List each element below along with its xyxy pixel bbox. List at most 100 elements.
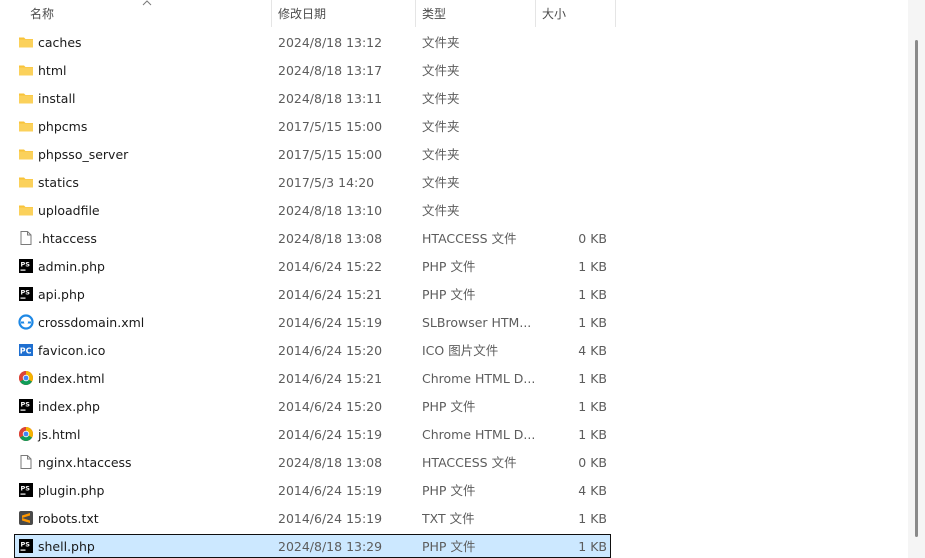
file-size: 4 KB — [578, 343, 607, 358]
file-type: PHP 文件 — [422, 287, 476, 302]
folder-icon — [18, 202, 34, 218]
folder-icon — [18, 90, 34, 106]
chrome-icon — [18, 426, 34, 442]
file-type: 文件夹 — [422, 35, 460, 50]
file-name: caches — [38, 35, 82, 50]
column-header-date[interactable]: 修改日期 — [278, 0, 326, 27]
svg-text:PS: PS — [21, 289, 31, 297]
file-date: 2014/6/24 15:22 — [278, 259, 383, 274]
sublime-icon — [18, 510, 34, 526]
file-name: uploadfile — [38, 203, 100, 218]
phpstorm-icon: PS — [18, 482, 34, 498]
svg-text:PC: PC — [20, 347, 32, 356]
file-row[interactable]: robots.txt 2014/6/24 15:19 TXT 文件 1 KB — [14, 506, 611, 530]
file-row[interactable]: PS plugin.php 2014/6/24 15:19 PHP 文件 4 KB — [14, 478, 611, 502]
file-size: 4 KB — [578, 483, 607, 498]
file-type: HTACCESS 文件 — [422, 455, 517, 470]
column-divider[interactable] — [415, 0, 416, 27]
phpstorm-icon: PS — [18, 538, 34, 554]
file-type: HTACCESS 文件 — [422, 231, 517, 246]
svg-text:PS: PS — [21, 401, 31, 409]
file-row[interactable]: html 2024/8/18 13:17 文件夹 — [14, 58, 611, 82]
file-date: 2014/6/24 15:21 — [278, 371, 383, 386]
column-header-type[interactable]: 类型 — [422, 0, 446, 27]
column-divider[interactable] — [535, 0, 536, 27]
file-size: 1 KB — [578, 511, 607, 526]
folder-icon — [18, 118, 34, 134]
phpstorm-icon: PS — [18, 398, 34, 414]
file-date: 2024/8/18 13:11 — [278, 91, 383, 106]
file-date: 2024/8/18 13:10 — [278, 203, 383, 218]
file-type: TXT 文件 — [422, 511, 475, 526]
file-size: 1 KB — [578, 315, 607, 330]
column-divider[interactable] — [271, 0, 272, 27]
file-row[interactable]: statics 2017/5/3 14:20 文件夹 — [14, 170, 611, 194]
file-type: PHP 文件 — [422, 539, 476, 554]
file-row[interactable]: nginx.htaccess 2024/8/18 13:08 HTACCESS 文件… — [14, 450, 611, 474]
file-date: 2024/8/18 13:12 — [278, 35, 383, 50]
phpstorm-icon: PS — [18, 258, 34, 274]
column-divider[interactable] — [615, 0, 616, 27]
file-type: PHP 文件 — [422, 399, 476, 414]
chrome-icon — [18, 370, 34, 386]
file-name: html — [38, 63, 67, 78]
file-row[interactable]: PC favicon.ico 2014/6/24 15:20 ICO 图片文件 4 KB — [14, 338, 611, 362]
file-row[interactable]: index.html 2014/6/24 15:21 Chrome HTML D..… — [14, 366, 611, 390]
file-row[interactable]: phpcms 2017/5/15 15:00 文件夹 — [14, 114, 611, 138]
file-date: 2017/5/3 14:20 — [278, 175, 375, 190]
blank-file-icon — [18, 454, 34, 470]
file-name: nginx.htaccess — [38, 455, 132, 470]
file-size: 0 KB — [578, 231, 607, 246]
file-row[interactable]: phpsso_server 2017/5/15 15:00 文件夹 — [14, 142, 611, 166]
file-type: SLBrowser HTM... — [422, 315, 532, 330]
file-name: phpsso_server — [38, 147, 129, 162]
file-row[interactable]: .htaccess 2024/8/18 13:08 HTACCESS 文件 0 KB — [14, 226, 611, 250]
file-type: Chrome HTML D... — [422, 371, 534, 386]
file-date: 2014/6/24 15:20 — [278, 399, 383, 414]
file-row[interactable]: caches 2024/8/18 13:12 文件夹 — [14, 30, 611, 54]
file-date: 2024/8/18 13:29 — [278, 539, 383, 554]
file-size: 1 KB — [578, 399, 607, 414]
file-name: robots.txt — [38, 511, 99, 526]
file-date: 2014/6/24 15:19 — [278, 483, 383, 498]
file-row[interactable]: install 2024/8/18 13:11 文件夹 — [14, 86, 611, 110]
file-name: phpcms — [38, 119, 88, 134]
file-date: 2024/8/18 13:08 — [278, 455, 383, 470]
column-header-size[interactable]: 大小 — [542, 0, 566, 27]
file-row[interactable]: PS admin.php 2014/6/24 15:22 PHP 文件 1 KB — [14, 254, 611, 278]
blank-file-icon — [18, 230, 34, 246]
sort-ascending-icon — [142, 0, 152, 6]
folder-icon — [18, 34, 34, 50]
folder-icon — [18, 174, 34, 190]
svg-text:PS: PS — [21, 485, 31, 493]
file-row[interactable]: js.html 2014/6/24 15:19 Chrome HTML D... 1 … — [14, 422, 611, 446]
file-date: 2017/5/15 15:00 — [278, 119, 383, 134]
file-type: Chrome HTML D... — [422, 427, 534, 442]
file-row[interactable]: crossdomain.xml 2014/6/24 15:19 SLBrowser … — [14, 310, 611, 334]
file-date: 2024/8/18 13:17 — [278, 63, 383, 78]
file-date: 2014/6/24 15:21 — [278, 287, 383, 302]
vertical-scrollbar[interactable] — [908, 0, 925, 558]
file-type: ICO 图片文件 — [422, 343, 499, 358]
ico-image-icon: PC — [18, 342, 34, 358]
file-name: shell.php — [38, 539, 95, 554]
file-row[interactable]: uploadfile 2024/8/18 13:10 文件夹 — [14, 198, 611, 222]
file-date: 2014/6/24 15:19 — [278, 511, 383, 526]
file-name: plugin.php — [38, 483, 105, 498]
file-row[interactable]: PS shell.php 2024/8/18 13:29 PHP 文件 1 KB — [14, 534, 611, 558]
file-name: admin.php — [38, 259, 105, 274]
file-size: 1 KB — [578, 259, 607, 274]
column-header-name[interactable]: 名称 — [30, 0, 54, 27]
file-type: 文件夹 — [422, 63, 460, 78]
folder-icon — [18, 146, 34, 162]
file-name: install — [38, 91, 76, 106]
file-name: crossdomain.xml — [38, 315, 145, 330]
file-type: 文件夹 — [422, 175, 460, 190]
file-row[interactable]: PS index.php 2014/6/24 15:20 PHP 文件 1 KB — [14, 394, 611, 418]
file-name: index.php — [38, 399, 100, 414]
file-size: 1 KB — [578, 371, 607, 386]
file-date: 2017/5/15 15:00 — [278, 147, 383, 162]
file-row[interactable]: PS api.php 2014/6/24 15:21 PHP 文件 1 KB — [14, 282, 611, 306]
column-header: 名称 修改日期 类型 大小 — [0, 0, 616, 27]
scrollbar-thumb[interactable] — [915, 40, 918, 537]
